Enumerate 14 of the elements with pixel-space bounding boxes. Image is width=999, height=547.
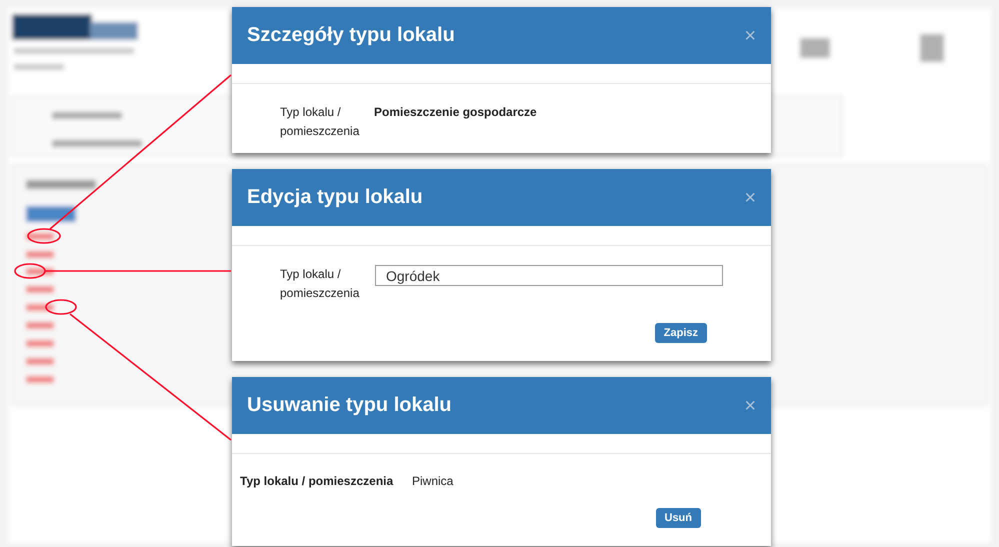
dialog-title: Usuwanie typu lokalu	[247, 394, 452, 417]
input-field[interactable]: Ogródek	[375, 265, 723, 286]
field-label: Typ lokalu / pomieszczenia	[280, 104, 360, 140]
field-value: Pomieszczenie gospodarcze	[374, 104, 537, 121]
save-button[interactable]: Zapisz	[654, 323, 707, 343]
field-value: Piwnica	[412, 474, 454, 488]
dialog-title: Edycja typu lokalu	[247, 186, 423, 209]
field-label: Typ lokalu / pomieszczenia	[240, 474, 394, 488]
delete-button[interactable]: Usuń	[656, 508, 701, 528]
field-label: Typ lokalu / pomieszczenia	[280, 266, 360, 302]
close-button[interactable]: ×	[744, 396, 756, 416]
close-button[interactable]: ×	[744, 188, 756, 208]
close-button[interactable]: ×	[744, 26, 756, 46]
dialog-title: Szczegóły typu lokalu	[247, 24, 455, 47]
